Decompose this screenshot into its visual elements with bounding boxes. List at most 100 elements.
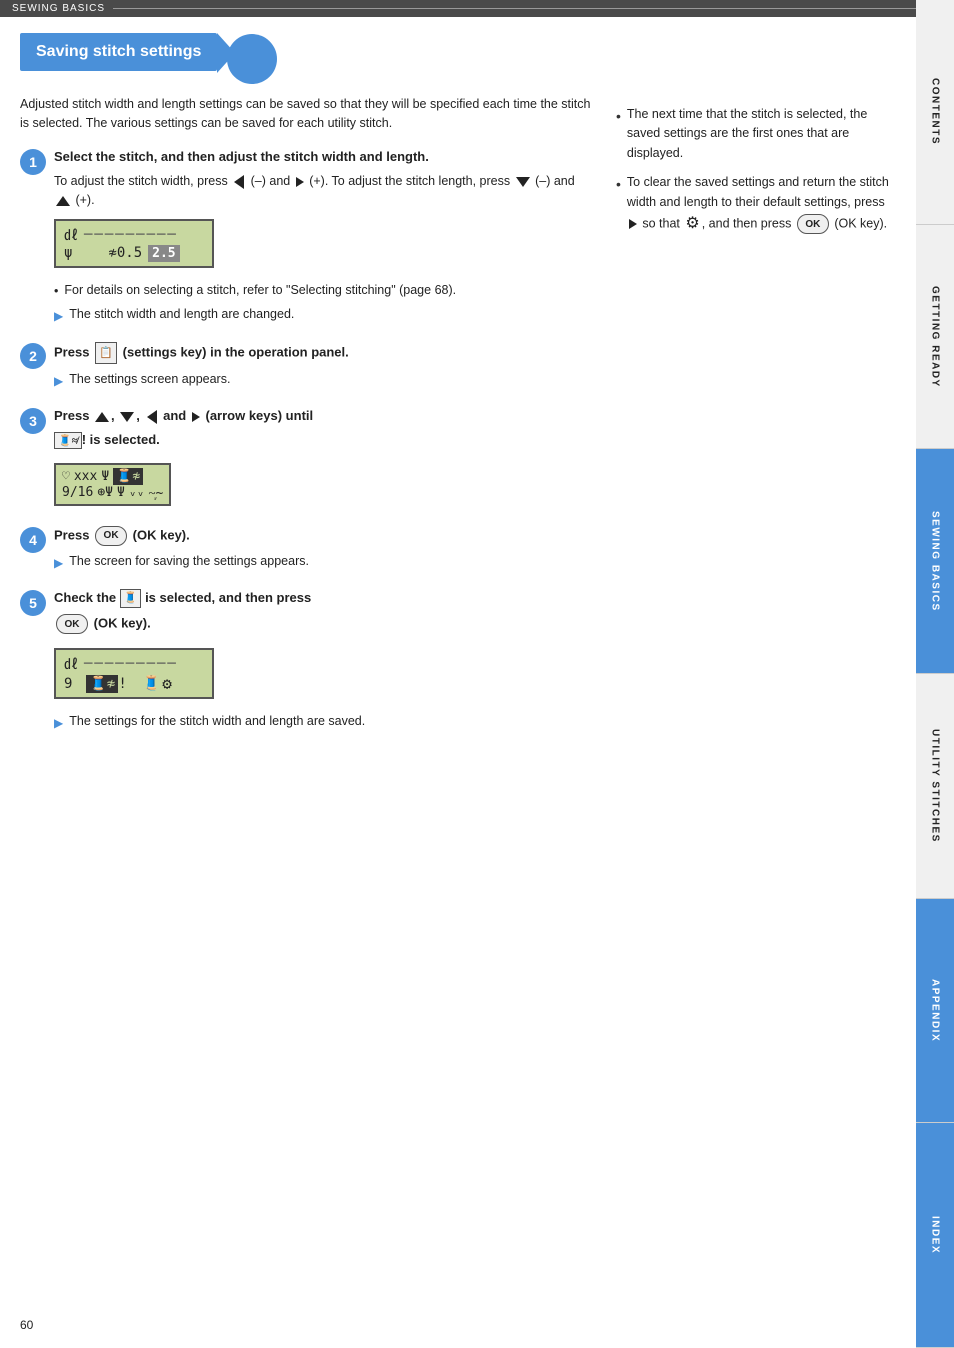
step-4: 4 Press OK (OK key). ▶ The screen for sa… (20, 526, 596, 577)
ok-button-4: OK (95, 526, 127, 546)
result-arrow-icon-2: ▶ (54, 372, 63, 390)
left-arrow-icon-3 (147, 410, 157, 424)
lcd-symbol: ㎗ (64, 225, 78, 245)
left-arrow-icon (234, 175, 244, 189)
ok-button-right: OK (797, 214, 829, 234)
title-area: Saving stitch settings (20, 33, 896, 85)
step-number-4: 4 (20, 527, 46, 553)
col-right: • The next time that the stitch is selec… (616, 95, 896, 749)
sidebar-item-contents[interactable]: CONTENTS (916, 0, 954, 225)
down-arrow-icon (516, 177, 530, 187)
sidebar-label-getting-ready: GETTING READY (930, 286, 941, 388)
result-arrow-icon-4: ▶ (54, 554, 63, 572)
stitch-num: 9/16 (62, 485, 93, 500)
step-1-sub-bullet: • For details on selecting a stitch, ref… (54, 281, 596, 301)
step-2-content: Press 📋 (settings key) in the operation … (54, 342, 596, 395)
right-sidebar: CONTENTS GETTING READY SEWING BASICS UTI… (916, 0, 954, 1348)
step-4-arrow-text: The screen for saving the settings appea… (69, 552, 309, 571)
lcd-display-1: ㎗ ───────── ψ ≉0.5 2.5 (54, 219, 214, 268)
step-number-2: 2 (20, 343, 46, 369)
stitch-ww: ᵥᵥ (129, 485, 145, 500)
lcd-width-label: ≉0.5 (108, 245, 142, 261)
right-arrow-icon (296, 177, 304, 187)
stitch-bars1: Ψ (101, 469, 109, 484)
right-bullet-1: • The next time that the stitch is selec… (616, 105, 896, 163)
right-bullet-text-2: To clear the saved settings and return t… (627, 173, 896, 237)
lcd-dashes: ───────── (84, 227, 178, 243)
lcd5-gear-area: 🧵⚙ (143, 674, 174, 693)
step-1-sub-arrow: ▶ The stitch width and length are change… (54, 305, 596, 325)
gear-icon-right: ⚙ (685, 212, 699, 237)
main-content: Saving stitch settings Adjusted stitch w… (0, 17, 916, 789)
step-5-arrow-text: The settings for the stitch width and le… (69, 712, 365, 731)
top-bar-label: SEWING BASICS (12, 3, 105, 14)
ok-button-5: OK (56, 614, 88, 634)
step-2-title: Press 📋 (settings key) in the operation … (54, 342, 596, 364)
lcd5-symbol: ㎗ (64, 654, 78, 674)
lcd-row-1: ㎗ ───────── (64, 225, 204, 245)
result-arrow-icon: ▶ (54, 307, 63, 325)
lcd-stitch-icon: ψ (64, 245, 72, 261)
sidebar-label-index: INDEX (930, 1216, 941, 1254)
step-5-sub-arrow: ▶ The settings for the stitch width and … (54, 712, 596, 732)
lcd5-row-1: ㎗ ───────── (64, 654, 204, 674)
right-arrow-icon-3 (192, 412, 200, 422)
step-5-ok-line: OK (OK key). (54, 614, 596, 634)
sidebar-label-utility-stitches: UTILITY STITCHES (930, 729, 941, 843)
stitch-icon-3: 🧵≉ (54, 432, 82, 449)
step-4-content: Press OK (OK key). ▶ The screen for savi… (54, 526, 596, 577)
lcd5-dashes: ───────── (84, 656, 178, 672)
right-bullet-dot-2: • (616, 174, 621, 196)
stitch-row-1: ♡ xxx Ψ 🧵≉ (62, 468, 163, 485)
step-3-content: Press , , and (arrow keys) until 🧵≉! is … (54, 407, 596, 513)
stitch-icon-5: 🧵 (120, 589, 142, 608)
step-4-sub-arrow: ▶ The screen for saving the settings app… (54, 552, 596, 572)
stitch-wave: ~᷊~ (148, 485, 163, 501)
result-arrow-icon-5: ▶ (54, 714, 63, 732)
intro-text: Adjusted stitch width and length setting… (20, 95, 596, 134)
page-number: 60 (20, 1318, 33, 1332)
gear-icon-5: ⚙ (162, 674, 172, 693)
sidebar-item-utility-stitches[interactable]: UTILITY STITCHES (916, 674, 954, 899)
step-1-arrow-text: The stitch width and length are changed. (69, 305, 294, 324)
settings-key-icon: 📋 (95, 342, 117, 364)
down-arrow-icon-3 (120, 412, 134, 422)
stitch-cross: ⊕Ψ (97, 485, 113, 500)
lcd-length-value: 2.5 (148, 245, 179, 262)
top-bar: SEWING BASICS (0, 0, 954, 17)
stitch-row-2: 9/16 ⊕Ψ Ψ ᵥᵥ ~᷊~ (62, 485, 163, 501)
col-left: Adjusted stitch width and length setting… (20, 95, 596, 749)
sidebar-item-sewing-basics[interactable]: SEWING BASICS (916, 449, 954, 674)
lcd5-num: 9 (64, 676, 72, 692)
lcd5-selected: 🧵≉ (86, 675, 118, 693)
lcd-display-5: ㎗ ───────── 9 🧵≉! 🧵⚙ (54, 648, 214, 699)
up-arrow-icon-3 (95, 412, 109, 422)
step-1-content: Select the stitch, and then adjust the s… (54, 148, 596, 331)
step-3: 3 Press , , and (arrow keys) until 🧵≉! i… (20, 407, 596, 513)
stitch-display-3: ♡ xxx Ψ 🧵≉ 9/16 ⊕Ψ Ψ ᵥᵥ ~᷊~ (54, 463, 171, 506)
step-5-title: Check the 🧵 is selected, and then press (54, 589, 596, 608)
sidebar-label-sewing-basics: SEWING BASICS (930, 511, 941, 612)
step-number-3: 3 (20, 408, 46, 434)
lcd-row-2: ψ ≉0.5 2.5 (64, 245, 204, 262)
sidebar-item-appendix[interactable]: APPENDIX (916, 899, 954, 1124)
step-3-title: Press , , and (arrow keys) until (54, 407, 596, 425)
stitch-heart: ♡ (62, 469, 70, 484)
sidebar-item-index[interactable]: INDEX (916, 1123, 954, 1348)
right-bullet-2: • To clear the saved settings and return… (616, 173, 896, 237)
step-number-5: 5 (20, 590, 46, 616)
step-1-bullet-text: For details on selecting a stitch, refer… (64, 281, 456, 300)
two-col-layout: Adjusted stitch width and length setting… (20, 95, 896, 749)
play-icon-right (629, 219, 637, 229)
stitch-xxx: xxx (74, 469, 97, 484)
right-bullet-dot-1: • (616, 106, 621, 128)
step-1-body: To adjust the stitch width, press (–) an… (54, 172, 596, 211)
right-bullet-text-1: The next time that the stitch is selecte… (627, 105, 896, 163)
sidebar-item-getting-ready[interactable]: GETTING READY (916, 225, 954, 450)
page-title: Saving stitch settings (20, 33, 217, 71)
sidebar-label-appendix: APPENDIX (930, 979, 941, 1042)
step-2-sub-arrow: ▶ The settings screen appears. (54, 370, 596, 390)
bullet-icon: • (54, 282, 58, 301)
lcd5-row-2: 9 🧵≉! 🧵⚙ (64, 674, 204, 693)
step-5: 5 Check the 🧵 is selected, and then pres… (20, 589, 596, 737)
